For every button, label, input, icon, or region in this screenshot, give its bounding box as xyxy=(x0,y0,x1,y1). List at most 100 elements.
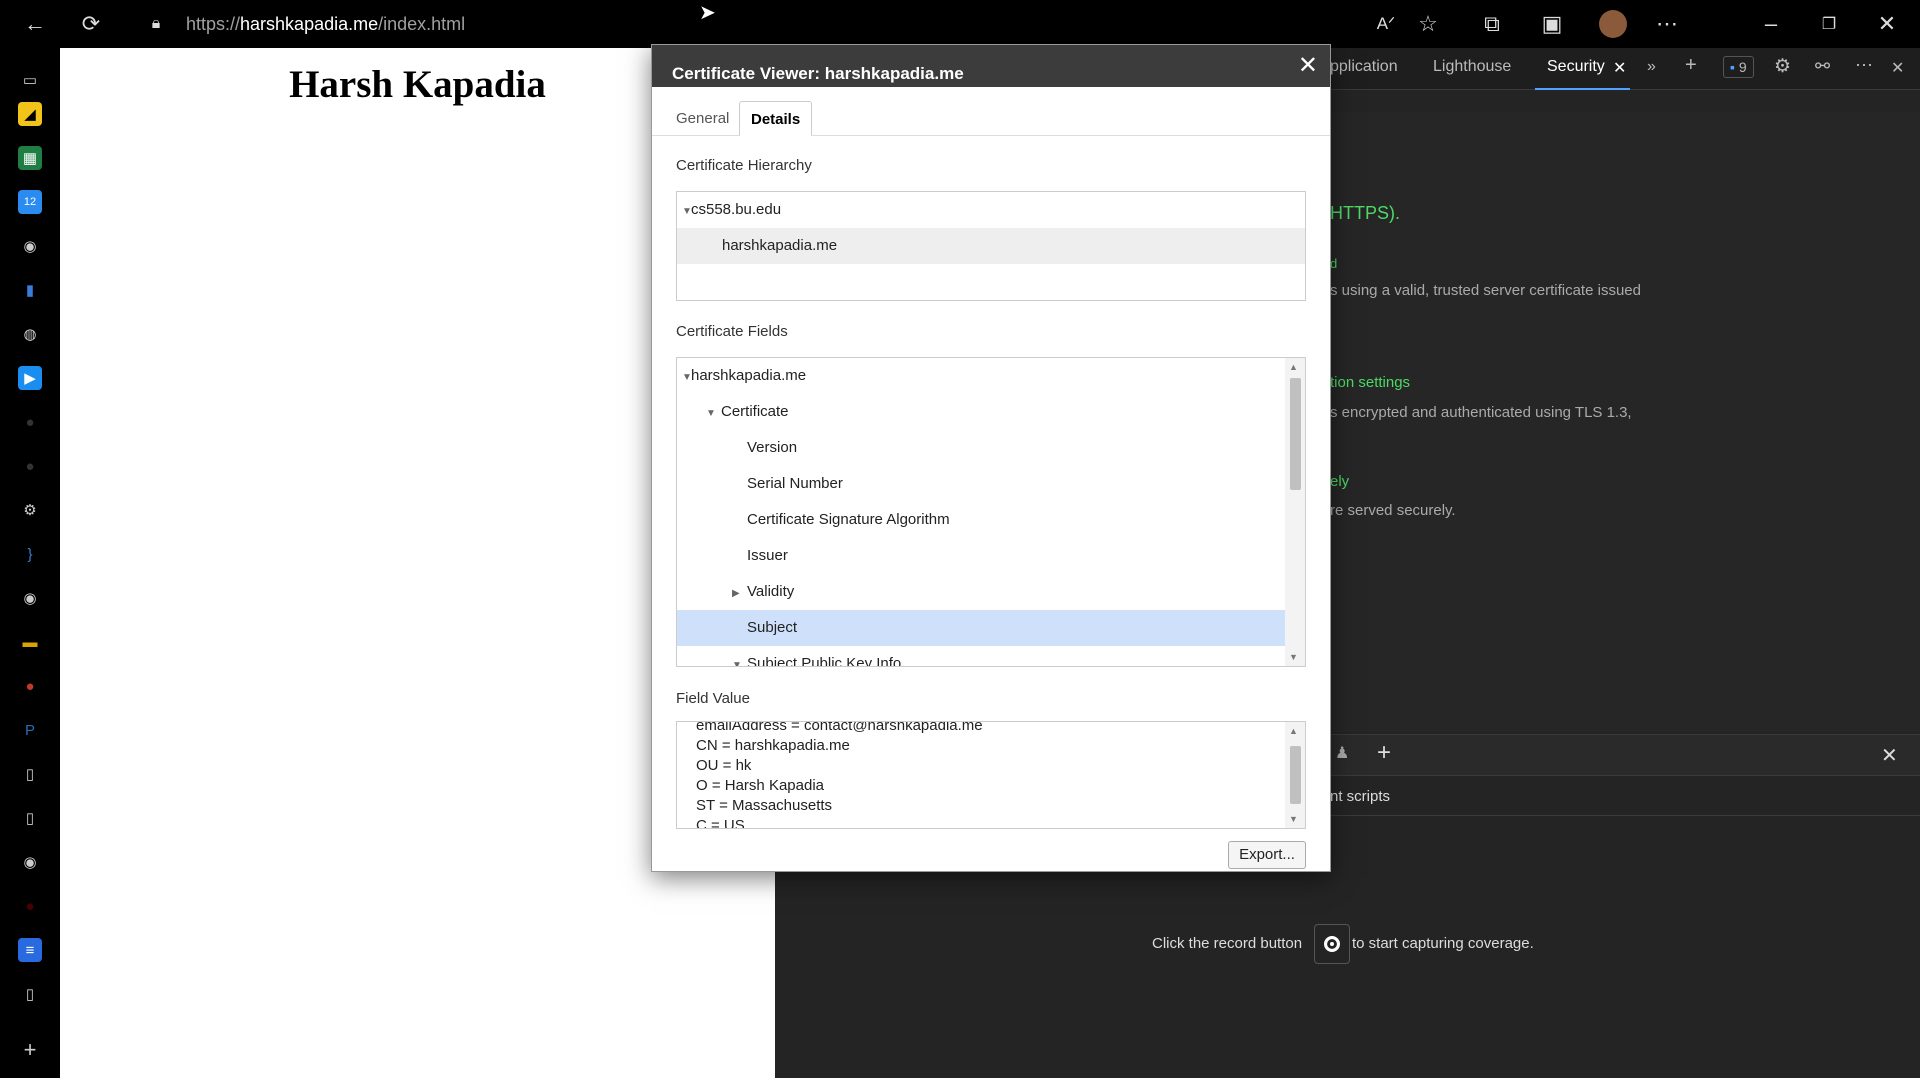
faded-icon-2[interactable]: ● xyxy=(18,454,42,478)
issues-badge[interactable]: ▪ 9 xyxy=(1723,56,1754,78)
scroll-down-icon[interactable]: ▼ xyxy=(1289,652,1298,662)
field-issuer[interactable]: Issuer xyxy=(677,538,1305,574)
document-icon-3[interactable]: ▯ xyxy=(18,982,42,1006)
refresh-icon[interactable]: ⟳ xyxy=(74,0,108,48)
dialog-close-icon[interactable]: ✕ xyxy=(1298,51,1318,80)
more-tabs-icon[interactable]: » xyxy=(1647,58,1656,76)
record-icon xyxy=(1324,936,1340,952)
value-scrollbar[interactable]: ▲ ▼ xyxy=(1285,722,1305,828)
field-root-label: harshkapadia.me xyxy=(691,367,807,384)
profile-avatar[interactable] xyxy=(1596,0,1630,48)
notes-icon[interactable]: ≡ xyxy=(18,938,42,962)
url-prefix: https:// xyxy=(186,14,241,34)
devtools-more-icon[interactable]: ⋯ xyxy=(1855,55,1873,76)
record-text-before: Click the record button xyxy=(1152,935,1303,952)
field-certificate-label: Certificate xyxy=(721,403,789,420)
document-icon-2[interactable]: ▯ xyxy=(18,806,42,830)
collapse-arrow-icon[interactable]: ▼ xyxy=(677,648,742,666)
issues-count: 9 xyxy=(1738,59,1747,75)
collapse-arrow-icon[interactable]: ▼ xyxy=(677,194,692,230)
p-app-icon[interactable]: P xyxy=(18,718,42,742)
settings-icon[interactable]: ⚙ xyxy=(1774,55,1791,78)
scroll-up-icon[interactable]: ▲ xyxy=(1289,362,1298,372)
app-icon-yellow[interactable]: ◢ xyxy=(18,102,42,126)
document-icon[interactable]: ▯ xyxy=(18,762,42,786)
value-scroll-thumb[interactable] xyxy=(1290,746,1301,804)
hierarchy-label: Certificate Hierarchy xyxy=(676,157,812,174)
add-drawer-tab-icon[interactable]: + xyxy=(1377,739,1391,767)
extensions-icon[interactable]: ⧉ xyxy=(1476,0,1508,48)
minimize-icon[interactable]: – xyxy=(1754,0,1788,48)
folder-icon[interactable]: ▬ xyxy=(18,630,42,654)
add-sidebar-item-icon[interactable]: + xyxy=(18,1037,42,1062)
value-line: ST = Massachusetts xyxy=(696,797,833,814)
hierarchy-tree: ▼cs558.bu.edu harshkapadia.me xyxy=(676,191,1306,301)
certificate-viewer-dialog: Certificate Viewer: harshkapadia.me ✕ Ge… xyxy=(651,44,1331,872)
cursor-icon: ➤ xyxy=(699,2,716,24)
value-line: O = Harsh Kapadia xyxy=(696,777,824,794)
fields-scroll-thumb[interactable] xyxy=(1290,378,1301,490)
code-icon[interactable]: } xyxy=(18,542,42,566)
content-scripts-label[interactable]: nt scripts xyxy=(1330,788,1390,805)
collections-icon[interactable]: ▣ xyxy=(1536,0,1568,48)
scroll-down-icon[interactable]: ▼ xyxy=(1289,814,1298,824)
restore-icon[interactable]: ❐ xyxy=(1812,0,1846,48)
hierarchy-leaf[interactable]: harshkapadia.me xyxy=(677,228,1305,264)
close-tab-icon[interactable]: ✕ xyxy=(1613,58,1626,78)
sheets-icon[interactable]: ▦ xyxy=(18,146,42,170)
read-aloud-icon[interactable]: A͏ᐟ xyxy=(1370,0,1402,48)
globe-icon[interactable]: ◍ xyxy=(18,322,42,346)
field-version[interactable]: Version xyxy=(677,430,1305,466)
close-drawer-icon[interactable]: ✕ xyxy=(1881,743,1898,768)
field-value-box[interactable]: emailAddress = contact@harshkapadia.me C… xyxy=(676,721,1306,829)
github-icon-2[interactable]: ◉ xyxy=(18,586,42,610)
analytics-icon[interactable]: ▮ xyxy=(18,278,42,302)
address-bar[interactable]: https://harshkapadia.me/index.html xyxy=(186,12,465,36)
back-icon[interactable]: ← xyxy=(18,0,52,48)
field-spki-label: Subject Public Key Info xyxy=(747,655,902,667)
tab-details[interactable]: Details xyxy=(739,101,813,136)
close-devtools-icon[interactable]: ✕ xyxy=(1891,58,1904,78)
calendar-icon[interactable]: 12 xyxy=(18,190,42,214)
record-text-after: to start capturing coverage. xyxy=(1352,935,1534,952)
drawer-tab-icon[interactable]: ♟ xyxy=(1335,743,1349,763)
record-button[interactable] xyxy=(1314,924,1350,964)
field-serial[interactable]: Serial Number xyxy=(677,466,1305,502)
active-tab-indicator xyxy=(1535,88,1630,90)
close-window-icon[interactable]: ✕ xyxy=(1870,0,1904,48)
new-tab-icon[interactable]: + xyxy=(1685,54,1697,77)
github-icon[interactable]: ◉ xyxy=(18,234,42,258)
field-certificate[interactable]: ▼ Certificate xyxy=(677,394,1305,430)
play-icon[interactable]: ▶ xyxy=(18,366,42,390)
collapse-arrow-icon[interactable]: ▼ xyxy=(677,396,716,432)
collapse-arrow-icon[interactable]: ▼ xyxy=(677,360,692,396)
faded-icon-1[interactable]: ● xyxy=(18,410,42,434)
favorites-icon[interactable]: ☆ xyxy=(1412,0,1444,48)
settings-icon[interactable]: ⚙ xyxy=(18,498,42,522)
fields-scrollbar[interactable]: ▲ ▼ xyxy=(1285,358,1305,666)
export-button[interactable]: Export... xyxy=(1228,841,1306,869)
hierarchy-root[interactable]: ▼cs558.bu.edu xyxy=(677,192,1305,228)
tabs-icon[interactable]: ▭ xyxy=(18,68,42,92)
tab-security[interactable]: Security xyxy=(1547,58,1605,76)
tab-lighthouse[interactable]: Lighthouse xyxy=(1433,58,1511,76)
field-root[interactable]: ▼harshkapadia.me xyxy=(677,358,1305,394)
red-app-icon[interactable]: ● xyxy=(18,674,42,698)
field-spki[interactable]: ▼ Subject Public Key Info xyxy=(677,646,1305,667)
github-icon-3[interactable]: ◉ xyxy=(18,850,42,874)
tab-application[interactable]: pplication xyxy=(1330,58,1398,76)
field-validity[interactable]: ▶ Validity xyxy=(677,574,1305,610)
field-subject[interactable]: Subject xyxy=(677,610,1287,646)
lock-icon[interactable]: 🔒︎ xyxy=(144,0,168,48)
tab-general[interactable]: General xyxy=(665,101,740,136)
customize-icon[interactable]: ⚯ xyxy=(1815,56,1830,77)
https-summary: HTTPS). xyxy=(1330,203,1400,223)
expand-arrow-icon[interactable]: ▶ xyxy=(677,576,740,612)
scroll-up-icon[interactable]: ▲ xyxy=(1289,726,1298,736)
fields-label: Certificate Fields xyxy=(676,323,788,340)
faded-icon-3[interactable]: ● xyxy=(18,894,42,918)
edge-sidebar: ▭ ◢ ▦ 12 ◉ ▮ ◍ ▶ ● ● ⚙ } ◉ ▬ ● P ▯ ▯ ◉ ●… xyxy=(0,48,60,1078)
dialog-title: Certificate Viewer: harshkapadia.me xyxy=(672,64,964,83)
more-icon[interactable]: ⋯ xyxy=(1650,0,1684,48)
field-sigalg[interactable]: Certificate Signature Algorithm xyxy=(677,502,1305,538)
